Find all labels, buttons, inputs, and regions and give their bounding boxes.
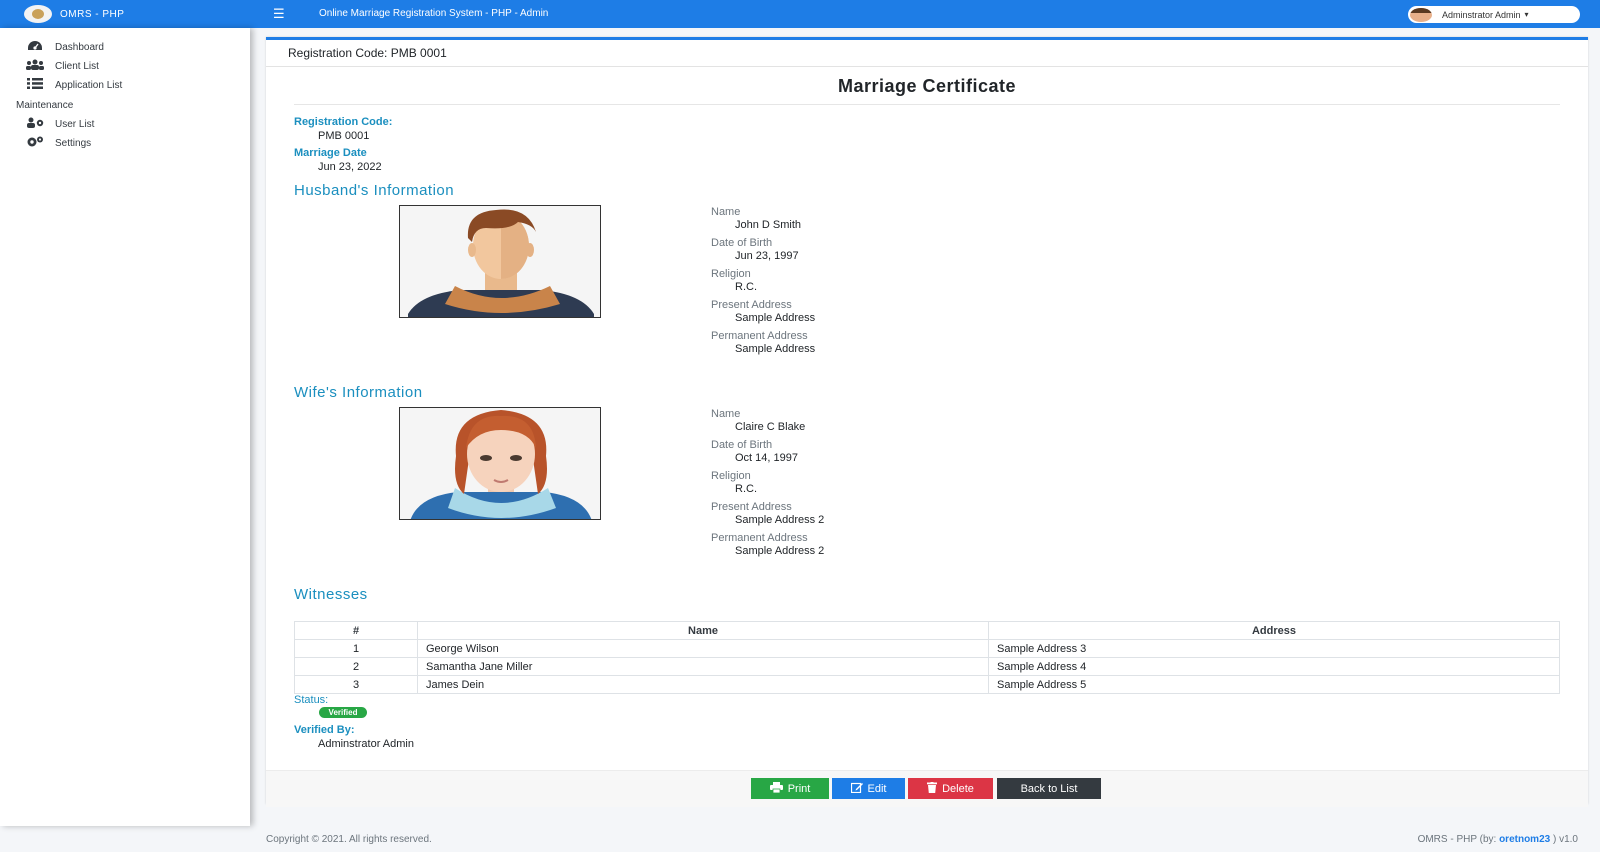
caret-down-icon: ▾ [1524, 10, 1529, 19]
users-icon [24, 59, 46, 73]
witness-number: 3 [294, 675, 418, 694]
witness-name: James Dein [417, 675, 989, 694]
user-menu-button[interactable]: Adminstrator Admin ▾ [1408, 6, 1580, 23]
wife-photo [399, 407, 601, 520]
wife-religion-label: Religion [711, 470, 751, 482]
husband-section-title: Husband's Information [294, 182, 455, 199]
user-name: Adminstrator Admin [1442, 9, 1521, 20]
sidebar-item-dashboard[interactable]: Dashboard [24, 40, 104, 54]
husband-dob-label: Date of Birth [711, 237, 773, 249]
sidebar-item-label: Settings [55, 137, 92, 149]
sidebar-header-maintenance: Maintenance [16, 100, 74, 111]
brand-link[interactable]: OMRS - PHP [0, 0, 250, 28]
hamburger-icon[interactable]: ☰ [273, 7, 285, 20]
husband-religion-value: R.C. [735, 281, 757, 293]
husband-present-address-value: Sample Address [735, 312, 816, 324]
brand-logo-icon [24, 5, 52, 23]
marriage-date-value: Jun 23, 2022 [318, 161, 382, 173]
witness-address: Sample Address 5 [988, 675, 1560, 694]
table-row: 2 Samantha Jane Miller Sample Address 4 [294, 657, 1560, 676]
husband-permanent-address-value: Sample Address [735, 343, 816, 355]
witness-name: George Wilson [417, 639, 989, 658]
witness-name: Samantha Jane Miller [417, 657, 989, 676]
husband-religion-label: Religion [711, 268, 751, 280]
table-header-row: # Name Address [294, 621, 1560, 640]
print-button-label: Print [787, 782, 811, 795]
brand-text: OMRS - PHP [60, 8, 125, 20]
husband-present-address-label: Present Address [711, 299, 792, 311]
card-header: Registration Code: PMB 0001 [266, 40, 1588, 67]
wife-religion-value: R.C. [735, 483, 757, 495]
witness-number: 2 [294, 657, 418, 676]
delete-button-label: Delete [942, 782, 974, 795]
certificate-card: Registration Code: PMB 0001 Marriage Cer… [266, 37, 1588, 807]
footer-prefix: OMRS - PHP (by: [1417, 834, 1500, 845]
wife-dob-value: Oct 14, 1997 [735, 452, 798, 464]
wife-dob-label: Date of Birth [711, 439, 773, 451]
husband-dob-value: Jun 23, 1997 [735, 250, 799, 262]
edit-button-label: Edit [867, 782, 887, 795]
husband-permanent-address-label: Permanent Address [711, 330, 808, 342]
verified-by-label: Verified By: [294, 724, 355, 736]
cogs-icon [24, 136, 46, 150]
wife-name-value: Claire C Blake [735, 421, 806, 433]
users-cog-icon [24, 117, 46, 131]
card-footer: Print Edit Delete Back to List [266, 770, 1588, 807]
sidebar-item-label: Client List [55, 60, 99, 72]
title-divider [294, 104, 1560, 105]
table-row: 1 George Wilson Sample Address 3 [294, 639, 1560, 658]
sidebar-item-application-list[interactable]: Application List [24, 78, 122, 92]
certificate-title: Marriage Certificate [837, 76, 1017, 96]
status-badge: Verified [319, 707, 367, 718]
footer-suffix: ) v1.0 [1550, 834, 1578, 845]
app-title: Online Marriage Registration System - PH… [319, 8, 549, 19]
column-header-address: Address [988, 621, 1560, 640]
print-icon [769, 781, 783, 796]
trash-icon [927, 781, 938, 796]
delete-button[interactable]: Delete [908, 778, 993, 799]
copyright-text: Copyright © 2021. All rights reserved. [266, 834, 432, 845]
print-button[interactable]: Print [751, 778, 829, 799]
list-icon [24, 78, 46, 92]
sidebar-item-client-list[interactable]: Client List [24, 59, 99, 73]
registration-code-label: Registration Code: [294, 116, 393, 128]
verified-by-value: Adminstrator Admin [318, 738, 414, 750]
wife-permanent-address-label: Permanent Address [711, 532, 808, 544]
wife-permanent-address-value: Sample Address 2 [735, 545, 825, 557]
witness-number: 1 [294, 639, 418, 658]
table-row: 3 James Dein Sample Address 5 [294, 675, 1560, 694]
column-header-name: Name [417, 621, 989, 640]
edit-button[interactable]: Edit [832, 778, 905, 799]
user-avatar [1410, 7, 1432, 22]
sidebar-item-label: Dashboard [55, 41, 104, 53]
witness-address: Sample Address 4 [988, 657, 1560, 676]
footer-version: OMRS - PHP (by: oretnom23 ) v1.0 [1418, 834, 1578, 845]
status-label: Status: [294, 694, 329, 706]
tachometer-icon [24, 40, 46, 54]
sidebar: Dashboard Client List Application List M… [0, 28, 250, 826]
wife-present-address-value: Sample Address 2 [735, 514, 825, 526]
husband-name-label: Name [711, 206, 741, 218]
registration-code-value: PMB 0001 [318, 130, 370, 142]
witnesses-section-title: Witnesses [294, 586, 368, 603]
author-link[interactable]: oretnom23 [1499, 834, 1550, 845]
back-to-list-button[interactable]: Back to List [997, 778, 1101, 799]
sidebar-item-label: Application List [55, 79, 123, 91]
witness-address: Sample Address 3 [988, 639, 1560, 658]
husband-name-value: John D Smith [735, 219, 802, 231]
marriage-date-label: Marriage Date [294, 147, 367, 159]
witnesses-table: # Name Address 1 George Wilson Sample Ad… [294, 621, 1560, 694]
wife-name-label: Name [711, 408, 741, 420]
sidebar-item-settings[interactable]: Settings [24, 136, 91, 150]
edit-icon [850, 782, 863, 796]
wife-present-address-label: Present Address [711, 501, 792, 513]
husband-photo [399, 205, 601, 318]
wife-section-title: Wife's Information [294, 384, 423, 401]
column-header-number: # [294, 621, 418, 640]
sidebar-item-user-list[interactable]: User List [24, 117, 94, 131]
sidebar-item-label: User List [55, 118, 95, 130]
card-header-title: Registration Code: PMB 0001 [288, 46, 447, 60]
